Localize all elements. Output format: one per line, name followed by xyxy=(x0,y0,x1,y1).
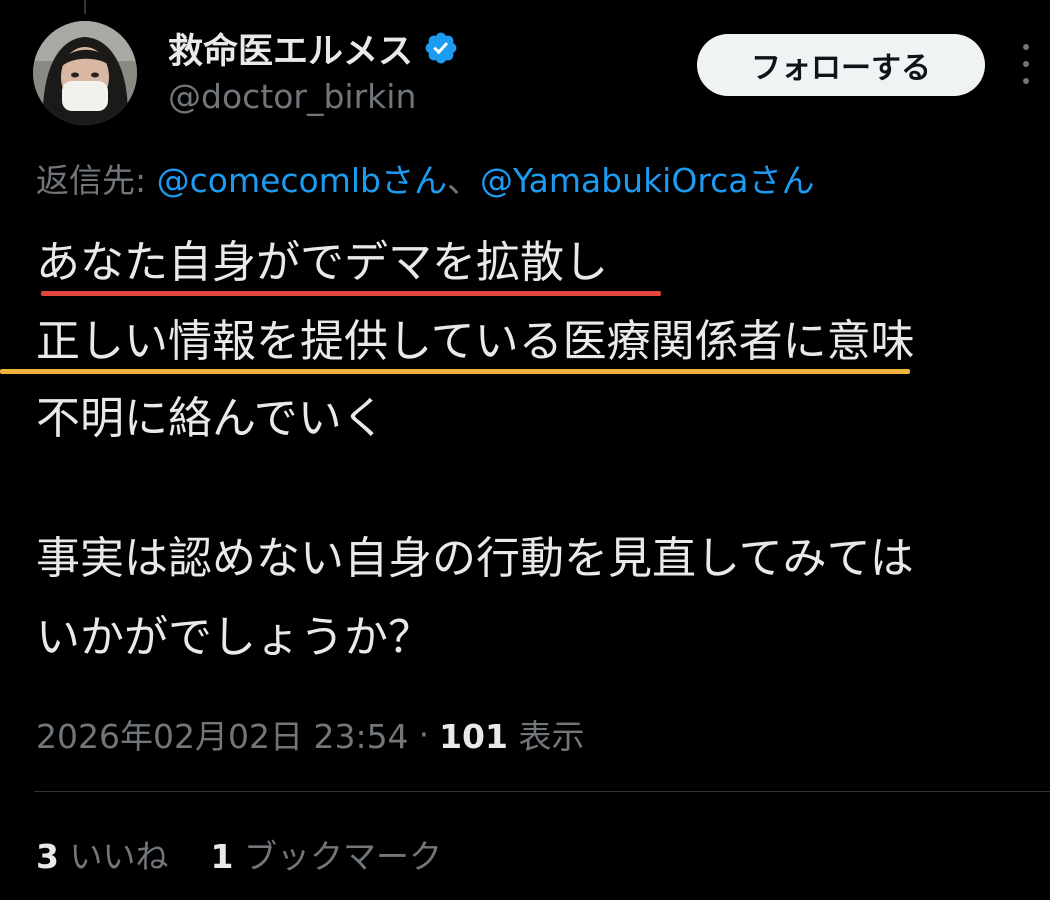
likes-label: いいね xyxy=(69,837,169,876)
divider xyxy=(34,791,1050,792)
bookmarks-label: ブックマーク xyxy=(243,837,442,876)
tweet-text-line: いかがでしょうか？ xyxy=(36,612,432,663)
tweet-text-line: 事実は認めない自身の行動を見直してみては xyxy=(36,533,914,584)
likes-count: 3 xyxy=(36,837,59,876)
tweet-timestamp[interactable]: 2026年02月02日 23:54 xyxy=(36,710,409,758)
bookmarks-count: 1 xyxy=(210,837,234,876)
more-dot xyxy=(1023,61,1029,67)
highlight-underline-red xyxy=(41,291,661,296)
author-name-row: 救命医エルメス xyxy=(168,24,459,72)
follow-button[interactable]: フォローする xyxy=(697,34,985,96)
tweet-meta: 2026年02月02日 23:54 · 101 表示 xyxy=(36,710,584,758)
more-options-icon[interactable] xyxy=(1012,44,1040,84)
reply-mention-link[interactable]: @YamabukiOrcaさん xyxy=(480,161,815,200)
views-count: 101 xyxy=(439,717,508,756)
reply-to-line: 返信先: @comecomlbさん、@YamabukiOrcaさん xyxy=(36,154,815,202)
highlight-underline-yellow xyxy=(0,369,910,374)
engagement-stats: 3 いいね 1 ブックマーク xyxy=(36,830,442,878)
avatar-photo xyxy=(33,21,137,125)
author-display-name[interactable]: 救命医エルメス xyxy=(168,23,413,74)
tweet-text-line: 不明に絡んでいく xyxy=(36,393,386,444)
tweet-text-line: 正しい情報を提供している医療関係者に意味 xyxy=(36,316,915,367)
tweet-text-line: あなた自身がでデマを拡散し xyxy=(36,237,608,288)
likes-stat[interactable]: 3 いいね xyxy=(36,830,168,878)
author-handle[interactable]: @doctor_birkin xyxy=(168,77,416,116)
meta-separator: · xyxy=(418,714,430,754)
views-label: 表示 xyxy=(518,717,585,756)
more-dot xyxy=(1023,78,1029,84)
reply-to-prefix: 返信先: xyxy=(36,161,157,200)
bookmarks-stat[interactable]: 1 ブックマーク xyxy=(210,830,441,878)
reply-mention-link[interactable]: @comecomlbさん xyxy=(157,161,447,200)
avatar[interactable] xyxy=(33,21,137,125)
more-dot xyxy=(1023,44,1029,50)
verified-badge-icon[interactable] xyxy=(423,30,459,66)
thread-connector-line xyxy=(84,0,86,14)
reply-mention-separator: 、 xyxy=(447,161,480,200)
